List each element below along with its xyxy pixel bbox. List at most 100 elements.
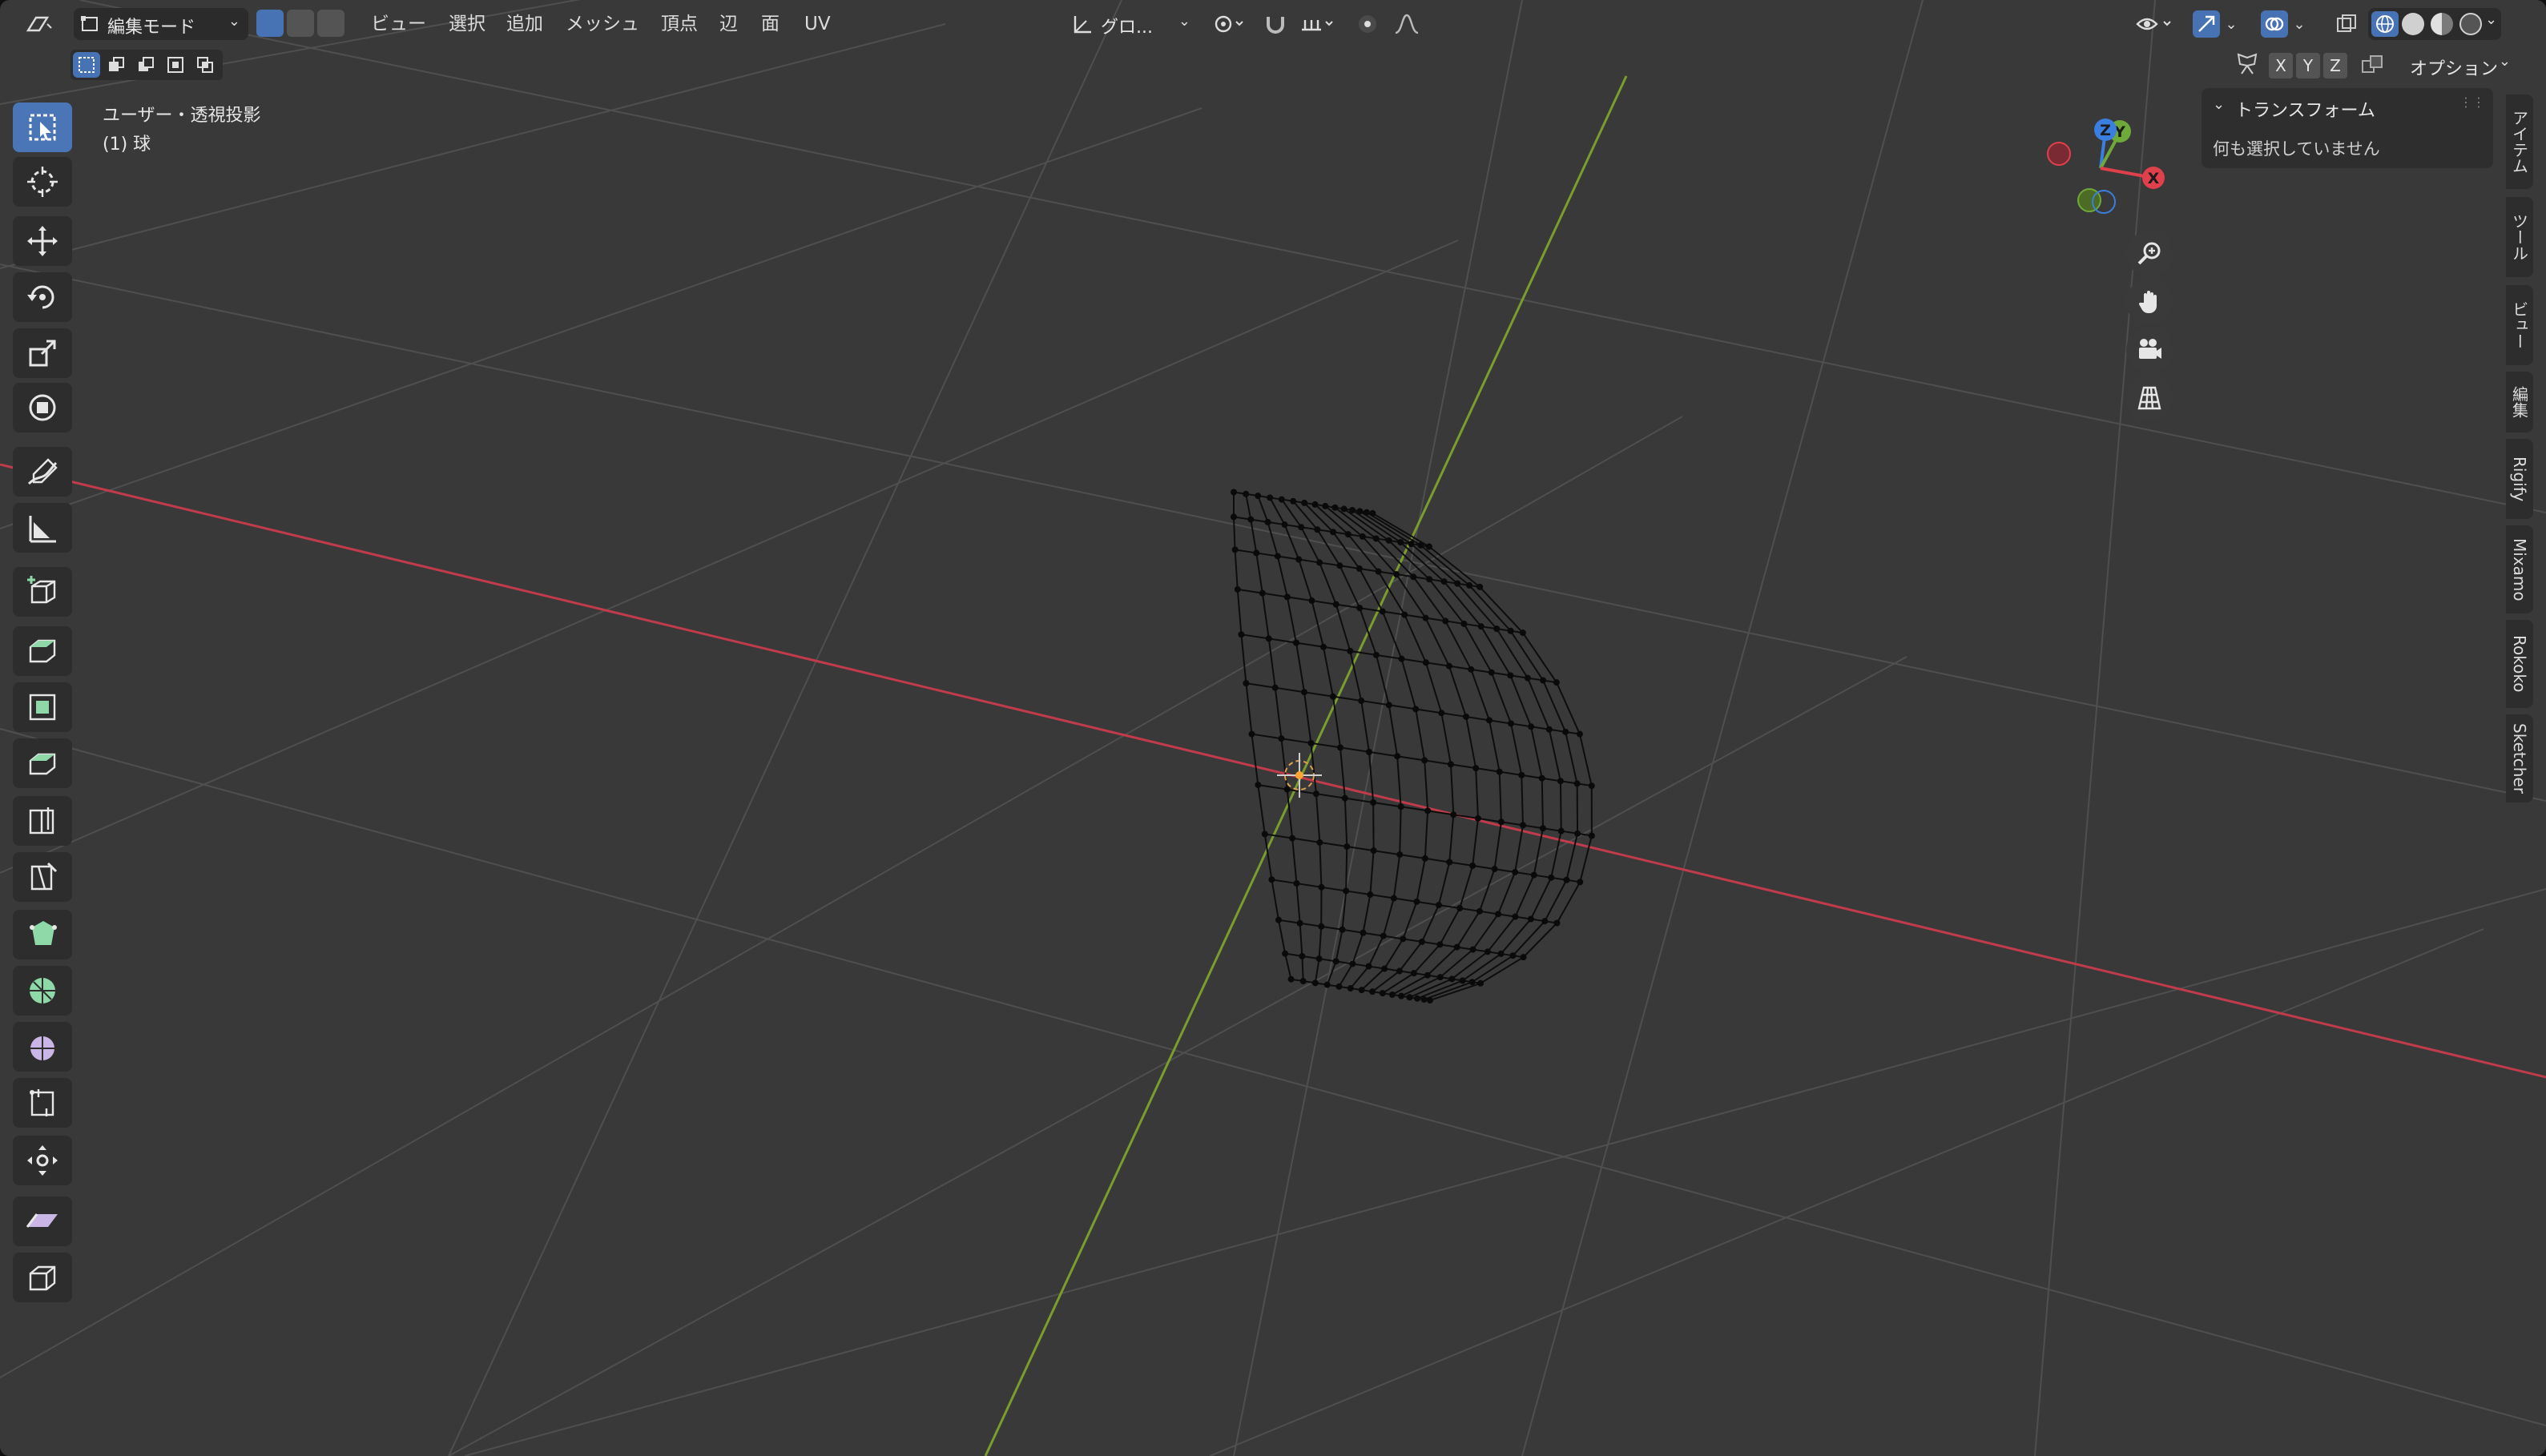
invert-selection-button[interactable] (162, 52, 189, 78)
menu-edge[interactable]: 辺 (719, 10, 738, 38)
subtract-selection-button[interactable] (132, 52, 159, 78)
menu-vertex[interactable]: 頂点 (661, 10, 698, 38)
menu-view[interactable]: ビュー (371, 10, 426, 38)
shrink-fatten-tool-button[interactable] (13, 1136, 72, 1185)
inset-tool-button[interactable] (13, 682, 72, 732)
mesh-vertex (1398, 655, 1405, 662)
tab-sketcher[interactable]: Sketcher (2506, 714, 2533, 802)
set-new-selection-button[interactable] (73, 52, 100, 78)
select-box-tool-button[interactable] (13, 103, 72, 152)
bevel-tool-button[interactable] (13, 738, 72, 788)
pan-button[interactable] (2126, 279, 2173, 325)
extend-selection-button[interactable] (103, 52, 130, 78)
menu-add[interactable]: 追加 (506, 10, 543, 38)
menu-uv[interactable]: UV (804, 10, 831, 38)
add-cube-icon (27, 576, 56, 604)
snap-toggle[interactable] (1261, 8, 1290, 40)
navigation-gizmo[interactable]: Y Z X (2033, 112, 2185, 224)
tab-item[interactable]: アイテム (2506, 95, 2533, 189)
chevron-down-icon: ⌄ (2485, 11, 2498, 28)
mirror-x-toggle[interactable]: X (2269, 53, 2293, 78)
pivot-point-dropdown[interactable] (1205, 8, 1251, 40)
mesh-vertex (1436, 941, 1444, 948)
smooth-tool-button[interactable] (13, 1022, 72, 1072)
rendered-shading-button[interactable] (2459, 13, 2482, 35)
mesh-vertex (1380, 932, 1387, 939)
mesh-vertex (1370, 847, 1377, 855)
add-cube-tool-button[interactable] (13, 567, 72, 617)
tab-rigify[interactable]: Rigify (2506, 439, 2533, 519)
shear-tool-button[interactable] (13, 1197, 72, 1246)
mesh-vertex (1420, 995, 1428, 1003)
zoom-icon (2137, 242, 2161, 265)
gizmo-toggle[interactable]: ⌄ (2187, 8, 2243, 40)
toggle-projection-button[interactable] (2126, 375, 2173, 421)
xray-toggle[interactable] (2331, 8, 2362, 40)
proportional-falloff-dropdown[interactable] (1386, 8, 1431, 40)
mesh-vertex (1512, 913, 1519, 920)
loop-cut-tool-button[interactable] (13, 796, 72, 846)
mesh-vertex (1267, 494, 1274, 501)
wireframe-shading-button[interactable] (2371, 11, 2399, 37)
tab-edit[interactable]: 編集 (2506, 372, 2533, 432)
mirror-z-toggle[interactable]: Z (2323, 53, 2347, 78)
mesh-vertex (1344, 531, 1352, 538)
mode-selector[interactable]: 編集モード ⌄ (74, 8, 248, 40)
mesh-vertex (1243, 680, 1250, 687)
proportional-edit-toggle[interactable] (1352, 8, 1383, 40)
magnet-icon (1267, 17, 1284, 34)
knife-icon (30, 862, 58, 891)
move-tool-button[interactable] (13, 216, 72, 266)
panel-title[interactable]: トランスフォーム (2235, 96, 2375, 122)
options-dropdown[interactable]: オプション ⌄ (2400, 50, 2514, 80)
mesh-vertex (1322, 502, 1329, 509)
mesh-vertex (1518, 771, 1525, 778)
tab-rokoko[interactable]: Rokoko (2506, 620, 2533, 708)
mesh-vertex (1358, 698, 1365, 705)
transform-orientation-dropdown[interactable]: グロ... ⌄ (1069, 8, 1195, 40)
mesh-vertex (1268, 876, 1275, 883)
rip-tool-button[interactable] (13, 1253, 72, 1302)
chevron-down-icon[interactable]: ⌄ (2213, 96, 2225, 113)
knife-tool-button[interactable] (13, 852, 72, 902)
spin-tool-button[interactable] (13, 966, 72, 1016)
menu-mesh[interactable]: メッシュ (566, 10, 639, 38)
menu-select[interactable]: 選択 (449, 10, 485, 38)
annotate-tool-button[interactable] (13, 447, 72, 497)
edge-slide-tool-button[interactable] (13, 1078, 72, 1128)
zoom-button[interactable] (2126, 231, 2173, 277)
vertex-select-mode-button[interactable] (256, 10, 284, 37)
mesh-vertex (1520, 954, 1527, 961)
camera-view-button[interactable] (2126, 327, 2173, 373)
mirror-y-toggle[interactable]: Y (2296, 53, 2320, 78)
mesh-vertex (1562, 728, 1569, 735)
mesh-vertex (1448, 975, 1456, 983)
rotate-tool-button[interactable] (13, 272, 72, 322)
measure-tool-button[interactable] (13, 503, 72, 553)
tab-tool[interactable]: ツール (2506, 197, 2533, 277)
menu-face[interactable]: 面 (761, 10, 780, 38)
extrude-tool-button[interactable] (13, 626, 72, 676)
edge-select-mode-button[interactable] (287, 10, 314, 37)
chevron-down-icon: ⌄ (2498, 53, 2511, 70)
tab-mixamo[interactable]: Mixamo (2506, 525, 2533, 613)
material-preview-shading-button[interactable] (2431, 13, 2453, 35)
auto-merge-toggle[interactable] (2360, 51, 2386, 78)
drag-handle-icon[interactable]: ⋮⋮ (2459, 95, 2485, 110)
snap-target-dropdown[interactable] (1293, 8, 1341, 40)
mesh-vertex (1408, 541, 1415, 548)
solid-shading-button[interactable] (2402, 13, 2424, 35)
face-select-mode-button[interactable] (317, 10, 344, 37)
tab-view[interactable]: ビュー (2506, 285, 2533, 365)
selectability-visibility-dropdown[interactable] (2128, 8, 2181, 40)
mesh-wireframe[interactable] (1230, 489, 1595, 1004)
transform-tool-button[interactable] (13, 383, 72, 432)
editor-type-dropdown[interactable] (14, 8, 62, 40)
intersect-selection-button[interactable] (191, 52, 219, 78)
poly-build-tool-button[interactable] (13, 910, 72, 959)
scale-tool-button[interactable] (13, 328, 72, 378)
cursor-tool-button[interactable] (13, 157, 72, 207)
mirror-options-button[interactable] (2235, 51, 2259, 78)
overlays-toggle[interactable]: ⌄ (2256, 8, 2310, 40)
mesh-vertex (1349, 960, 1356, 967)
